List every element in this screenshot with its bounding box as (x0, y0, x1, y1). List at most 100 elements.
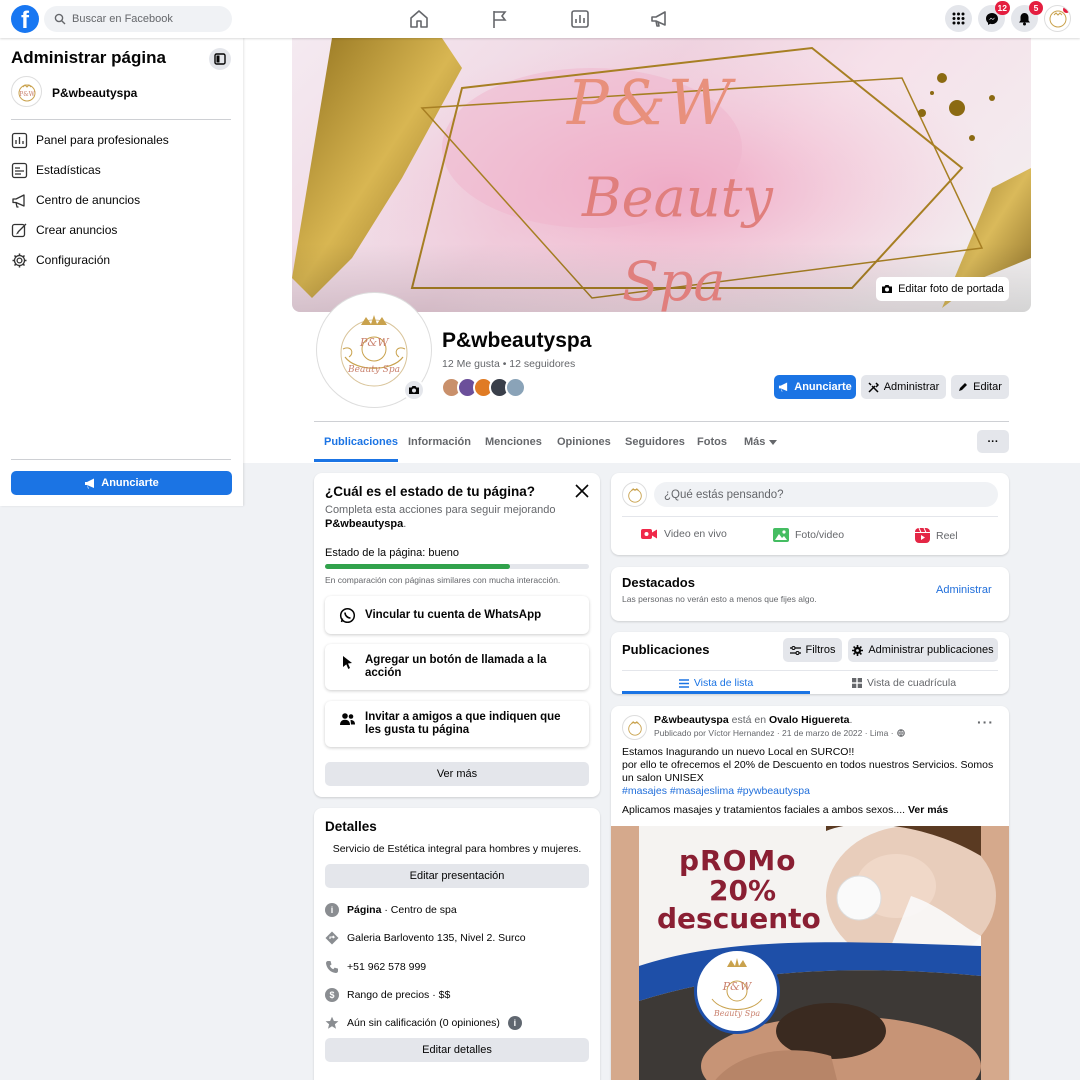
tab-photos[interactable]: Fotos (697, 436, 727, 448)
cover-photo[interactable]: P&W Beauty Spa Editar foto de portada (292, 38, 1031, 312)
sidebar-item-create-ads[interactable]: Crear anuncios (11, 218, 231, 242)
messenger-button[interactable]: 12 (978, 1, 1010, 32)
post-image[interactable]: pROMo 20% descuento P&W Beauty Spa (611, 826, 1009, 1080)
chart-icon[interactable] (569, 8, 591, 30)
megaphone-icon[interactable] (649, 8, 671, 30)
sidebar-page-avatar[interactable]: P&W (11, 76, 42, 107)
post-options-icon[interactable]: ··· (977, 714, 994, 730)
home-icon[interactable] (408, 8, 430, 30)
detail-value: Aún sin calificación (0 opiniones) (347, 1017, 500, 1029)
search-input[interactable]: Buscar en Facebook (44, 6, 232, 32)
detail-bold: Página (347, 904, 382, 916)
sidebar-item-ads-center[interactable]: Centro de anuncios (11, 188, 231, 212)
more-options-button[interactable]: ··· (977, 430, 1009, 453)
filters-button[interactable]: Filtros (783, 638, 842, 662)
link-whatsapp-button[interactable]: Vincular tu cuenta de WhatsApp (325, 596, 589, 634)
reel-icon (915, 528, 930, 543)
messenger-icon (985, 12, 998, 25)
grid-view-label: Vista de cuadrícula (866, 677, 957, 689)
edit-presentation-button[interactable]: Editar presentación (325, 864, 589, 888)
post-place[interactable]: Ovalo Higuereta (769, 714, 850, 726)
live-video-button[interactable]: Video en vivo (641, 528, 727, 540)
details-title: Detalles (325, 819, 377, 834)
status-card-subtitle: Completa esta acciones para seguir mejor… (325, 503, 580, 531)
sidebar-item-settings[interactable]: Configuración (11, 248, 231, 272)
details-description: Servicio de Estética integral para hombr… (332, 843, 582, 855)
status-card-subtitle-end: . (403, 518, 407, 530)
account-avatar[interactable] (1044, 5, 1071, 32)
tab-reviews[interactable]: Opiniones (557, 436, 611, 448)
active-tab-indicator (314, 459, 398, 462)
featured-manage-link[interactable]: Administrar (936, 584, 992, 596)
menu-grid-button[interactable] (945, 5, 972, 32)
featured-title: Destacados (622, 575, 695, 590)
post-card: P&wbeautyspa está en Ovalo Higuereta. Pu… (611, 706, 1009, 1080)
promo-logo: P&W Beauty Spa (694, 948, 780, 1034)
photo-icon (773, 528, 789, 542)
edit-details-button[interactable]: Editar detalles (325, 1038, 589, 1062)
close-icon[interactable] (575, 484, 589, 498)
cover-text-line1: P&W (567, 66, 734, 139)
reel-button[interactable]: Reel (915, 528, 958, 543)
detail-value: · Centro de spa (381, 904, 457, 916)
post-see-more-link[interactable]: Ver más (908, 804, 948, 816)
sidebar-divider (11, 119, 231, 120)
tabs-divider (314, 421, 1009, 422)
detail-category: i Página · Centro de spa (325, 903, 457, 917)
facebook-logo[interactable]: f (11, 5, 39, 33)
sidebar-promote-label: Anunciarte (101, 477, 159, 489)
sidebar-item-professional-dashboard[interactable]: Panel para profesionales (11, 128, 231, 152)
star-icon (325, 1016, 339, 1029)
bell-icon (1019, 12, 1030, 25)
flag-icon[interactable] (489, 8, 511, 30)
promo-line3: descuento (657, 902, 821, 935)
detail-value[interactable]: +51 962 578 999 (347, 961, 426, 973)
promote-button[interactable]: Anunciarte (774, 375, 856, 399)
composer-input[interactable]: ¿Qué estás pensando? (654, 482, 998, 507)
see-more-button[interactable]: Ver más (325, 762, 589, 786)
sidebar-page-name[interactable]: P&wbeautyspa (52, 86, 137, 100)
sidebar-item-statistics[interactable]: Estadísticas (11, 158, 231, 182)
tab-more[interactable]: Más (744, 436, 778, 448)
post-composer: ¿Qué estás pensando? Video en vivo Foto/… (611, 473, 1009, 555)
photo-video-button[interactable]: Foto/video (773, 528, 844, 542)
info-icon[interactable]: i (507, 1016, 522, 1030)
camera-icon (409, 386, 419, 394)
sidebar-item-label: Configuración (36, 253, 111, 267)
tab-information[interactable]: Información (408, 436, 471, 448)
invite-friends-button[interactable]: Invitar a amigos a que indiquen que les … (325, 701, 589, 747)
post-hashtags[interactable]: #masajes #masajeslima #pywbeautyspa (622, 785, 1000, 798)
post-at-text: está en (728, 714, 769, 726)
manage-posts-button[interactable]: Administrar publicaciones (848, 638, 998, 662)
edit-page-button[interactable]: Editar (951, 375, 1009, 399)
sidebar-item-label: Crear anuncios (36, 223, 118, 237)
add-cta-button[interactable]: Agregar un botón de llamada a la acción (325, 644, 589, 690)
detail-value: Galeria Barlovento 135, Nivel 2. Surco (347, 932, 526, 944)
tab-followers[interactable]: Seguidores (625, 436, 685, 448)
cover-text-line2: Beauty (582, 166, 773, 229)
grid-view-tab[interactable]: Vista de cuadrícula (810, 672, 998, 694)
composer-avatar[interactable] (622, 482, 647, 507)
tab-mentions[interactable]: Menciones (485, 436, 542, 448)
notifications-button[interactable]: 5 (1011, 1, 1043, 32)
tab-posts[interactable]: Publicaciones (324, 436, 398, 448)
status-comparison-note: En comparación con páginas similares con… (325, 575, 561, 585)
phone-icon (326, 961, 338, 973)
post-author-avatar[interactable] (622, 715, 647, 740)
action-label: Invitar a amigos a que indiquen que les … (365, 711, 561, 736)
page-stats[interactable]: 12 Me gusta • 12 seguidores (442, 358, 575, 370)
update-profile-picture-button[interactable] (403, 379, 425, 401)
whatsapp-icon (339, 607, 356, 623)
post-author[interactable]: P&wbeautyspa (654, 714, 729, 726)
gear-icon (12, 253, 27, 267)
composer-action-label: Foto/video (795, 529, 845, 541)
collapse-sidebar-button[interactable] (209, 48, 231, 70)
cursor-icon (343, 656, 352, 669)
edit-cover-photo-button[interactable]: Editar foto de portada (876, 277, 1009, 301)
manage-button[interactable]: Administrar (861, 375, 946, 399)
sidebar-promote-button[interactable]: Anunciarte (11, 471, 232, 495)
promo-logo-subtext: Beauty Spa (713, 1009, 761, 1018)
progress-fill (325, 564, 510, 569)
sidebar-title: Administrar página (11, 48, 166, 67)
follower-avatars[interactable] (441, 377, 541, 399)
